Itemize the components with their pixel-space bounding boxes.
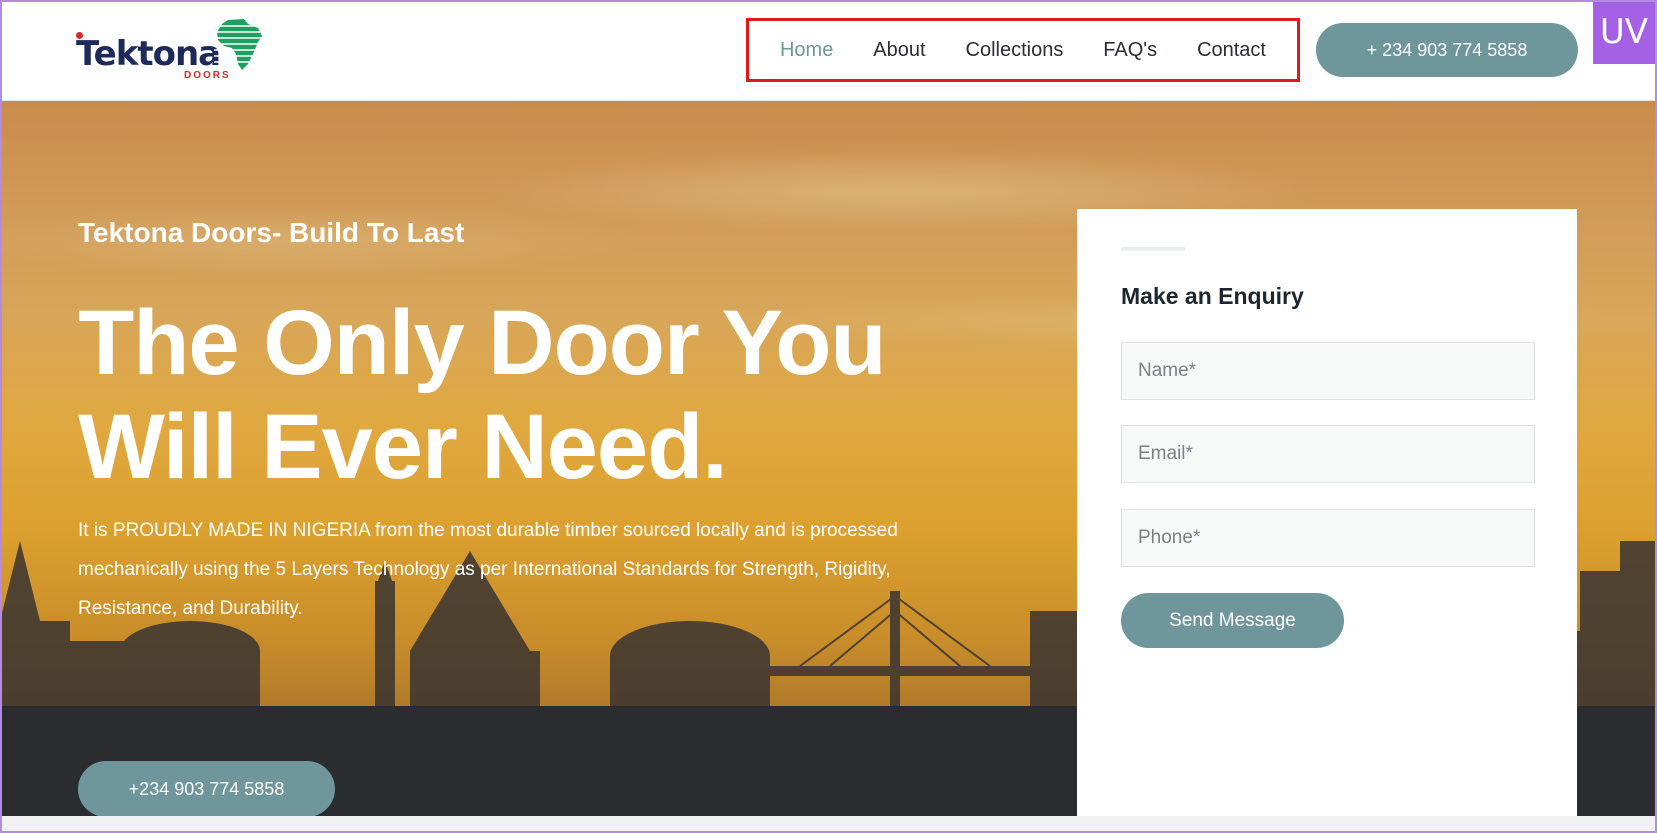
nav-faqs[interactable]: FAQ's [1103, 39, 1157, 62]
send-message-button[interactable]: Send Message [1121, 593, 1344, 648]
tektona-logo[interactable]: Tektona DOORS [76, 18, 266, 84]
logo-wordmark: Tektona [76, 34, 221, 74]
main-nav: Home About Collections FAQ's Contact [746, 18, 1300, 82]
nav-about[interactable]: About [873, 39, 925, 62]
page-bottom-strip [0, 816, 1657, 833]
enquiry-form: Make an Enquiry Send Message [1077, 209, 1577, 816]
hero-title: The Only Door You Will Ever Need. [78, 291, 978, 499]
hero-tagline: Tektona Doors- Build To Last [78, 217, 465, 248]
enquiry-accent-bar [1121, 247, 1185, 251]
nav-contact[interactable]: Contact [1197, 39, 1266, 62]
uv-badge[interactable]: UV [1593, 0, 1655, 64]
hero-title-line-2: Will Ever Need. [78, 396, 728, 498]
africa-map-icon [214, 19, 266, 70]
site-header: Tektona DOORS Home About Collections FAQ… [0, 0, 1657, 101]
hero-title-line-1: The Only Door You [78, 292, 887, 394]
hero-description: It is PROUDLY MADE IN NIGERIA from the m… [78, 520, 898, 619]
name-input[interactable] [1121, 342, 1535, 400]
enquiry-title: Make an Enquiry [1121, 283, 1304, 309]
hero-phone-button[interactable]: +234 903 774 5858 [78, 761, 335, 816]
nav-collections[interactable]: Collections [966, 39, 1064, 62]
phone-input[interactable] [1121, 509, 1535, 567]
header-phone-button[interactable]: + 234 903 774 5858 [1316, 23, 1578, 77]
nav-home[interactable]: Home [780, 39, 833, 62]
email-input[interactable] [1121, 425, 1535, 483]
